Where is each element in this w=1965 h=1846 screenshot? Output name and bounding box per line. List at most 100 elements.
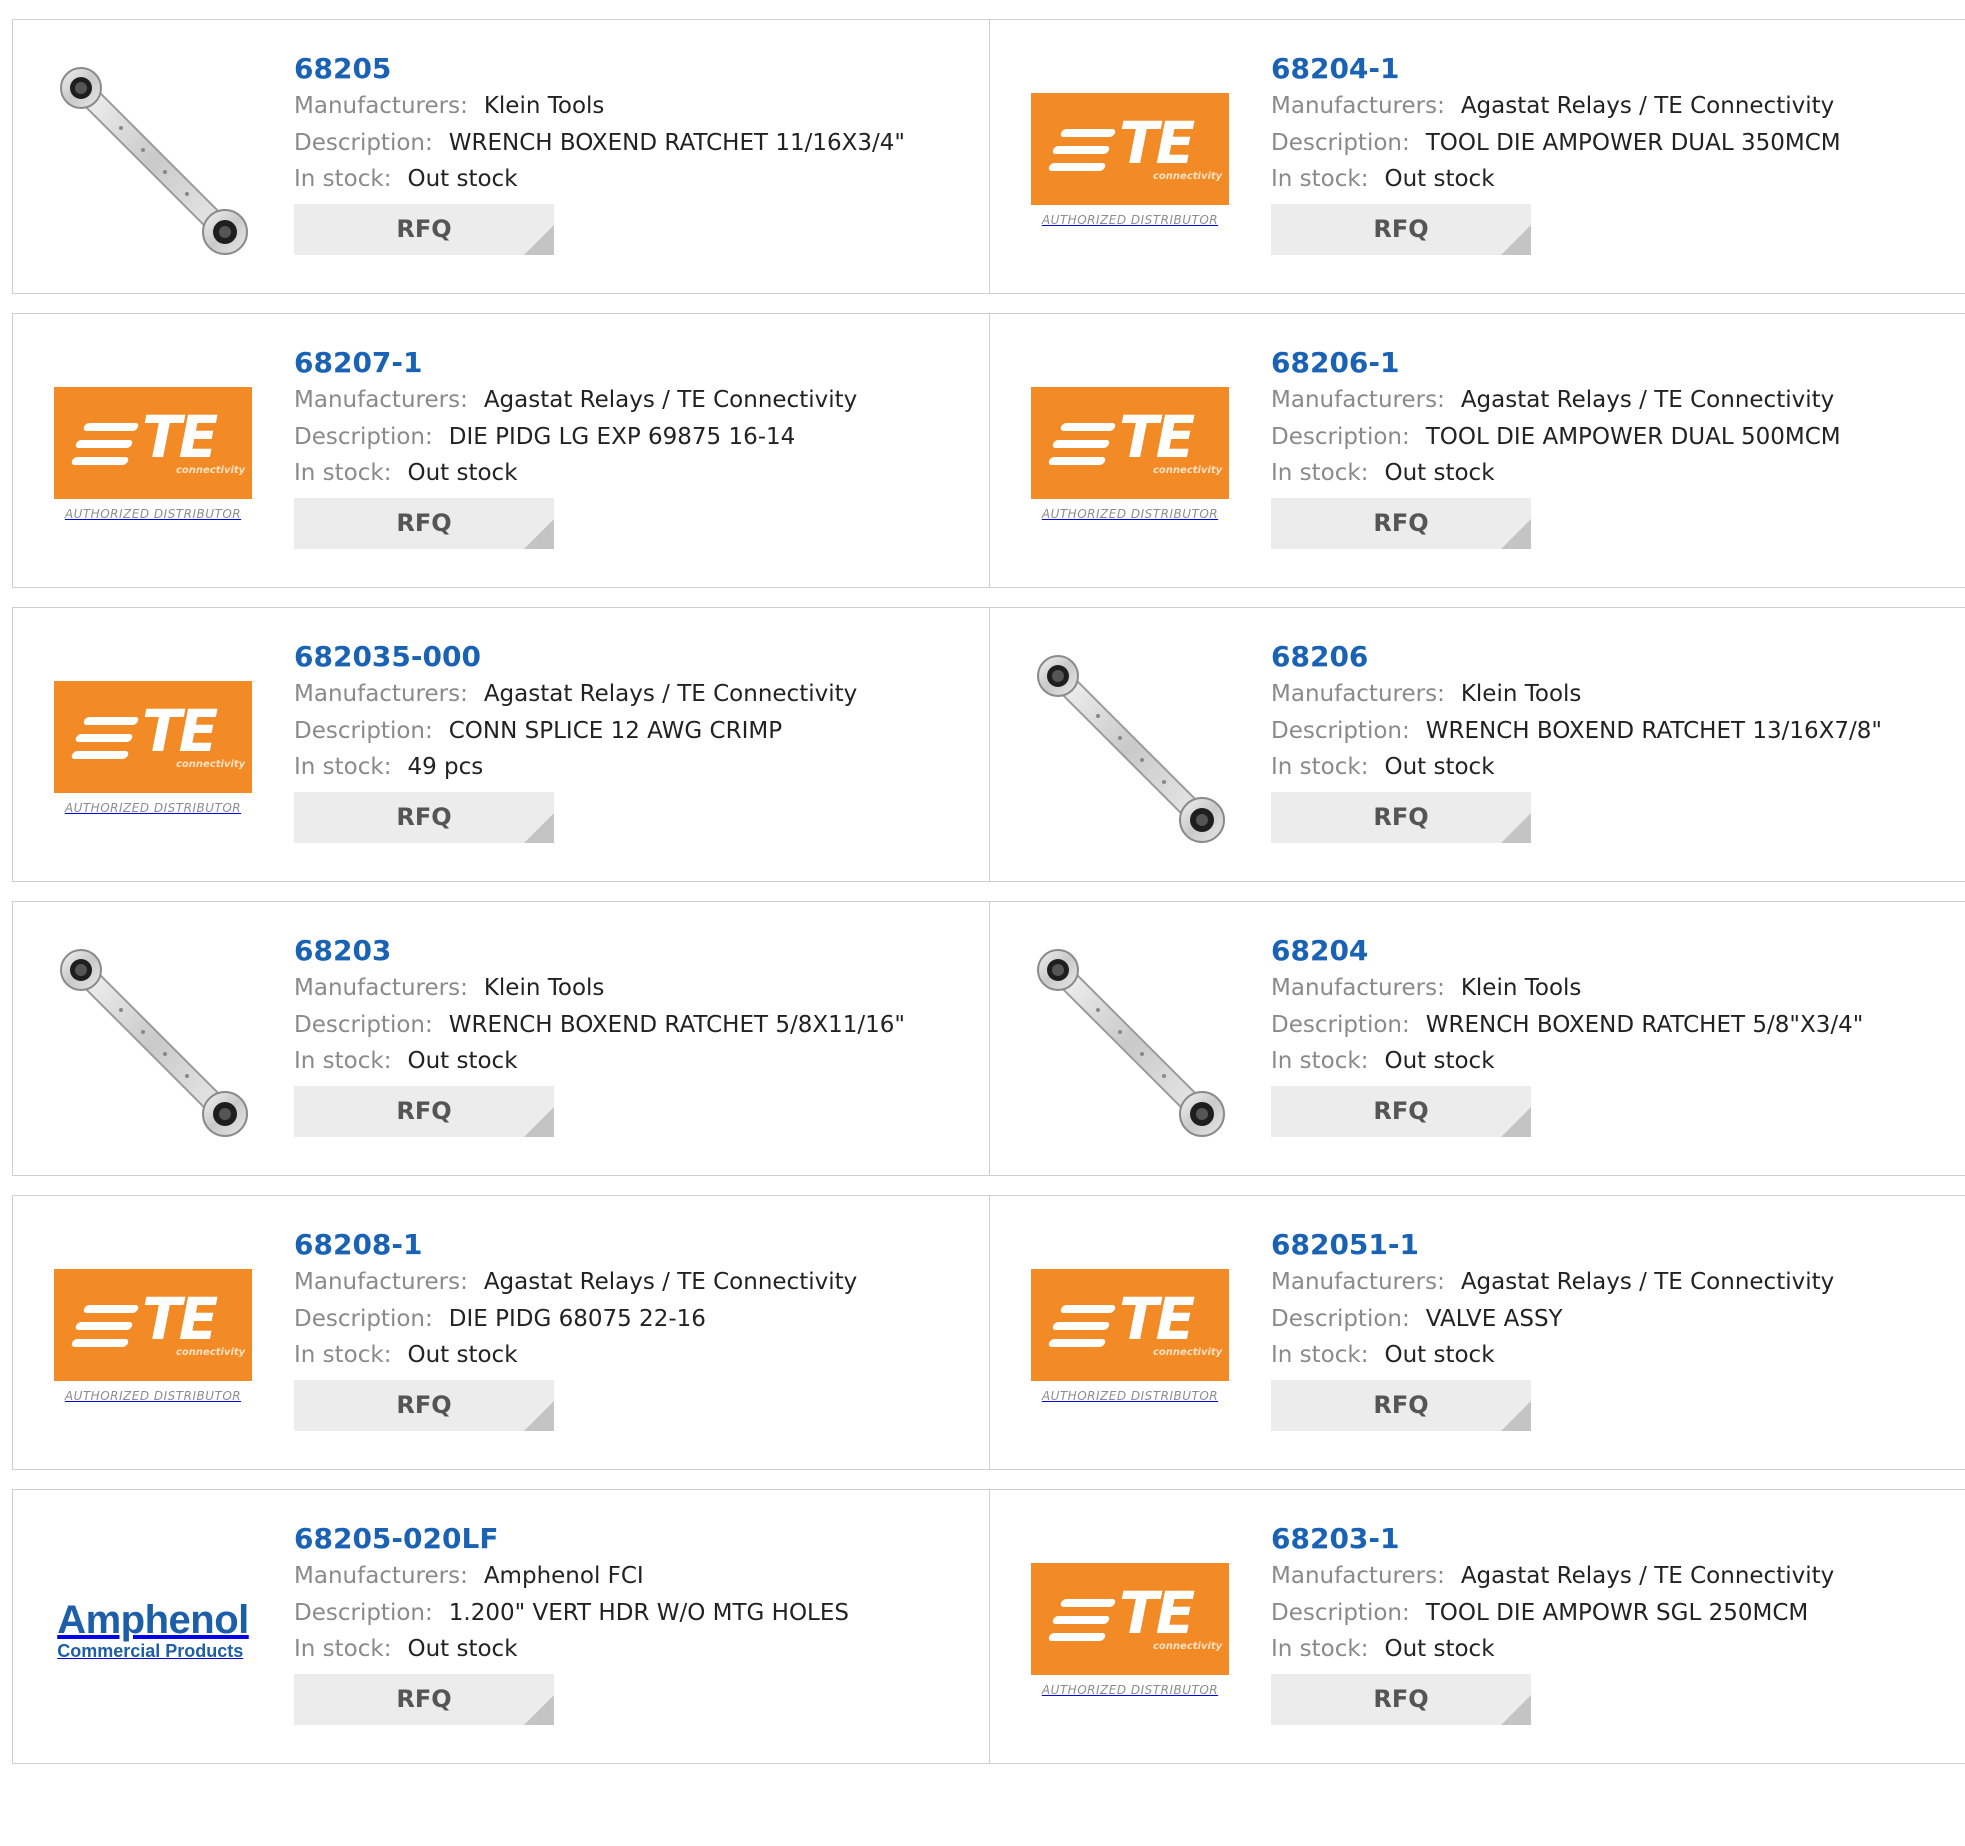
rfq-button[interactable]: RFQ [1271,1380,1531,1431]
product-card: TE connectivity AUTHORIZED DISTRIBUTOR 6… [989,314,1965,587]
product-image-link[interactable] [1029,942,1231,1142]
rfq-button[interactable]: RFQ [294,1674,554,1725]
part-number-link[interactable]: 68206 [1271,638,1882,676]
description-line: Description: WRENCH BOXEND RATCHET 5/8X11… [294,1007,905,1044]
stock-value: Out stock [1384,754,1495,780]
ratchet-wrench-icon [60,67,248,255]
part-number-link[interactable]: 68207-1 [294,344,857,382]
te-connectivity-logo: TE connectivity AUTHORIZED DISTRIBUTOR [1030,1563,1230,1697]
description-line: Description: TOOL DIE AMPOWER DUAL 500MCM [1271,419,1841,456]
description-line: Description: CONN SPLICE 12 AWG CRIMP [294,713,857,750]
stock-label: In stock: [1271,754,1369,780]
product-image-link[interactable]: TE connectivity AUTHORIZED DISTRIBUTOR [1029,60,1231,260]
te-logo-box: TE connectivity [1031,1563,1229,1675]
rfq-button[interactable]: RFQ [294,1086,554,1137]
rfq-button[interactable]: RFQ [1271,792,1531,843]
product-image-link[interactable] [1029,648,1231,848]
stock-value: 49 pcs [407,754,484,780]
amphenol-logo: Amphenol Commercial Products [57,1599,249,1661]
stock-line: In stock: Out stock [1271,1632,1834,1667]
description-label: Description: [1271,718,1410,744]
manufacturer-label: Manufacturers: [294,681,468,707]
description-value: WRENCH BOXEND RATCHET 5/8X11/16" [448,1012,905,1038]
product-image-link[interactable]: Amphenol Commercial Products [52,1530,254,1730]
corner-fold-icon [524,813,554,843]
corner-fold-icon [524,1107,554,1137]
product-info: 68203-1 Manufacturers: Agastat Relays / T… [1271,1520,1834,1725]
description-line: Description: WRENCH BOXEND RATCHET 11/16X… [294,125,905,162]
manufacturer-value: Klein Tools [1460,975,1582,1001]
rfq-label: RFQ [396,1685,452,1713]
rfq-label: RFQ [1373,803,1429,831]
product-info: 682035-000 Manufacturers: Agastat Relays … [294,638,857,843]
manufacturer-label: Manufacturers: [294,1563,468,1589]
rfq-button[interactable]: RFQ [294,498,554,549]
te-logo-sub: connectivity [176,1347,246,1358]
manufacturer-label: Manufacturers: [1271,975,1445,1001]
description-line: Description: TOOL DIE AMPOWR SGL 250MCM [1271,1595,1834,1632]
rfq-label: RFQ [396,509,452,537]
part-number-link[interactable]: 68205-020LF [294,1520,849,1558]
rfq-button[interactable]: RFQ [1271,498,1531,549]
amphenol-logo-sub: Commercial Products [57,1641,244,1661]
part-number-link[interactable]: 682051-1 [1271,1226,1834,1264]
product-image-link[interactable]: TE connectivity AUTHORIZED DISTRIBUTOR [1029,354,1231,554]
stock-label: In stock: [1271,1048,1369,1074]
part-number-link[interactable]: 68205 [294,50,905,88]
rfq-button[interactable]: RFQ [1271,1674,1531,1725]
product-image-link[interactable]: TE connectivity AUTHORIZED DISTRIBUTOR [52,1236,254,1436]
product-image-link[interactable]: TE connectivity AUTHORIZED DISTRIBUTOR [52,648,254,848]
part-number-link[interactable]: 68204 [1271,932,1863,970]
manufacturer-value: Amphenol FCI [483,1563,644,1589]
manufacturer-label: Manufacturers: [294,387,468,413]
product-info: 68204-1 Manufacturers: Agastat Relays / T… [1271,50,1841,255]
manufacturer-value: Agastat Relays / TE Connectivity [1460,1269,1835,1295]
rfq-label: RFQ [1373,509,1429,537]
manufacturer-line: Manufacturers: Amphenol FCI [294,1558,849,1595]
stock-label: In stock: [1271,460,1369,486]
product-card: Amphenol Commercial Products 68205-020LF… [13,1490,989,1763]
product-image-link[interactable]: TE connectivity AUTHORIZED DISTRIBUTOR [1029,1530,1231,1730]
description-value: TOOL DIE AMPOWR SGL 250MCM [1425,1600,1809,1626]
te-logo-text: TE [142,1285,218,1353]
product-card: 68205 Manufacturers: Klein Tools Descript… [13,20,989,293]
part-number-link[interactable]: 68203 [294,932,905,970]
rfq-button[interactable]: RFQ [294,204,554,255]
manufacturer-label: Manufacturers: [294,93,468,119]
rfq-button[interactable]: RFQ [1271,204,1531,255]
description-value: WRENCH BOXEND RATCHET 13/16X7/8" [1425,718,1882,744]
te-connectivity-logo: TE connectivity AUTHORIZED DISTRIBUTOR [53,387,253,521]
product-info: 68205-020LF Manufacturers: Amphenol FCI D… [294,1520,849,1725]
stock-value: Out stock [407,166,518,192]
manufacturer-line: Manufacturers: Klein Tools [1271,970,1863,1007]
rfq-button[interactable]: RFQ [294,792,554,843]
product-image-link[interactable]: TE connectivity AUTHORIZED DISTRIBUTOR [52,354,254,554]
part-number-link[interactable]: 68204-1 [1271,50,1841,88]
te-logo-text: TE [1119,109,1195,177]
description-value: DIE PIDG 68075 22-16 [448,1306,706,1332]
part-number-link[interactable]: 682035-000 [294,638,857,676]
manufacturer-value: Agastat Relays / TE Connectivity [483,387,858,413]
corner-fold-icon [524,1401,554,1431]
manufacturer-value: Agastat Relays / TE Connectivity [483,1269,858,1295]
stock-line: In stock: Out stock [1271,456,1841,491]
stock-line: In stock: Out stock [294,1632,849,1667]
stock-value: Out stock [1384,1048,1495,1074]
description-label: Description: [1271,1012,1410,1038]
product-image-link[interactable]: TE connectivity AUTHORIZED DISTRIBUTOR [1029,1236,1231,1436]
product-image-link[interactable] [52,60,254,260]
part-number-link[interactable]: 68203-1 [1271,1520,1834,1558]
corner-fold-icon [524,225,554,255]
rfq-button[interactable]: RFQ [294,1380,554,1431]
authorized-distributor-label: AUTHORIZED DISTRIBUTOR [1041,213,1219,227]
product-image-link[interactable] [52,942,254,1142]
rfq-button[interactable]: RFQ [1271,1086,1531,1137]
te-logo-box: TE connectivity [1031,1269,1229,1381]
manufacturer-line: Manufacturers: Klein Tools [294,970,905,1007]
manufacturer-line: Manufacturers: Agastat Relays / TE Connec… [1271,382,1841,419]
part-number-link[interactable]: 68206-1 [1271,344,1841,382]
manufacturer-value: Agastat Relays / TE Connectivity [483,681,858,707]
stock-label: In stock: [1271,166,1369,192]
description-value: VALVE ASSY [1425,1306,1563,1332]
part-number-link[interactable]: 68208-1 [294,1226,857,1264]
